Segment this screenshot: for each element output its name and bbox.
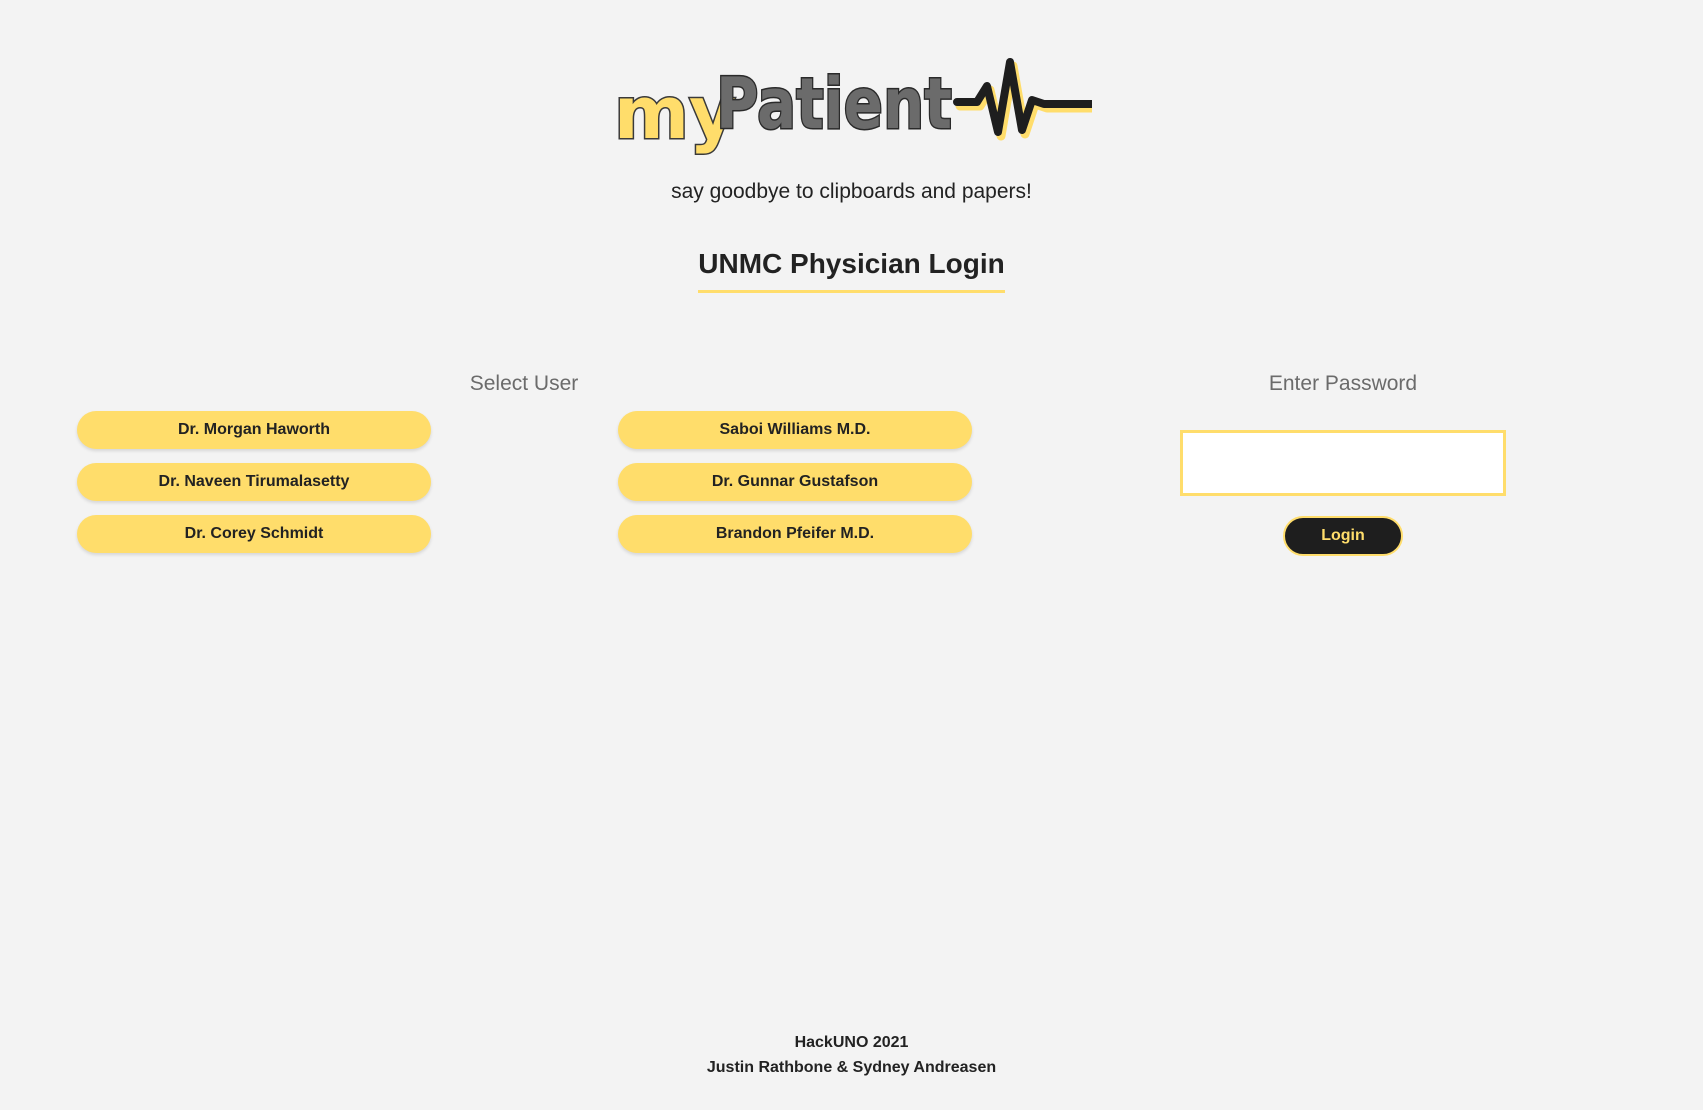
select-user-label: Select User [469,372,579,395]
user-button-brandon-pfeifer[interactable]: Brandon Pfeifer M.D. [618,515,972,553]
user-button-corey-schmidt[interactable]: Dr. Corey Schmidt [77,515,431,553]
footer-event: HackUNO 2021 [794,1034,909,1051]
login-button[interactable]: Login [1283,516,1403,556]
login-page: my Patient say goodbye to clipboards and… [0,0,1703,1110]
tagline: say goodbye to clipboards and papers! [671,180,1032,203]
title-container: UNMC Physician Login [0,248,1703,293]
mypatient-logo: my Patient [613,58,1092,157]
user-button-saboi-williams[interactable]: Saboi Williams M.D. [618,411,972,449]
user-button-morgan-haworth[interactable]: Dr. Morgan Haworth [77,411,431,449]
user-button-gunnar-gustafson[interactable]: Dr. Gunnar Gustafson [618,463,972,501]
user-button-naveen-tirumalasetty[interactable]: Dr. Naveen Tirumalasetty [77,463,431,501]
password-input[interactable] [1180,430,1506,496]
page-title: UNMC Physician Login [698,248,1005,293]
enter-password-label: Enter Password [1268,372,1418,395]
logo-text-patient: Patient [716,63,952,145]
footer: HackUNO 2021 Justin Rathbone & Sydney An… [0,1030,1703,1080]
footer-authors: Justin Rathbone & Sydney Andreasen [706,1059,997,1076]
